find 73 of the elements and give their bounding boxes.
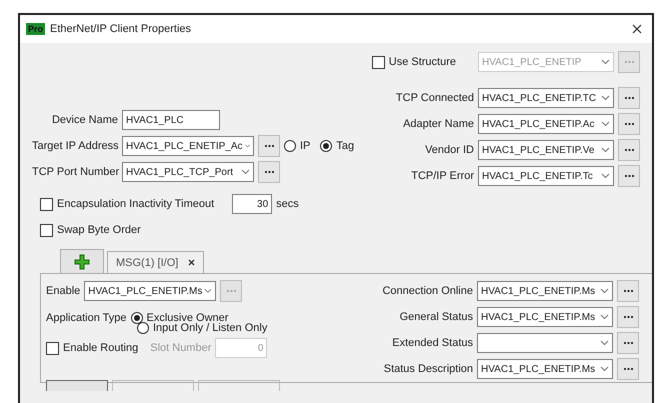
browse-button[interactable] [618, 165, 640, 187]
text-field[interactable]: HVAC1_PLC [122, 110, 220, 130]
message-tab[interactable]: MSG(1) [I/O] [107, 251, 204, 273]
dropdown-field[interactable]: HVAC1_PLC_ENETIP.Ms [477, 281, 613, 301]
dropdown-caret-icon [601, 147, 610, 153]
dropdown-field[interactable]: HVAC1_PLC_ENETIP.Tc [478, 166, 614, 186]
field-label: Adapter Name [403, 118, 474, 130]
radio-button[interactable] [137, 322, 149, 334]
dropdown-caret-icon [600, 314, 609, 320]
browse-button[interactable] [618, 87, 640, 109]
radio-button[interactable] [284, 140, 296, 152]
checkbox[interactable] [46, 342, 59, 354]
dropdown-field[interactable]: HVAC1_PLC_ENETIP_Ac [122, 136, 254, 156]
checkbox-label: Swap Byte Order [57, 224, 141, 236]
dropdown-field[interactable]: HVAC1_PLC_ENETIP.TC [478, 88, 614, 108]
checkbox[interactable] [40, 198, 53, 210]
dropdown-caret-icon [601, 173, 610, 179]
dropdown-field[interactable]: HVAC1_PLC_ENETIP.Ms [477, 359, 613, 379]
browse-button[interactable] [617, 358, 639, 380]
checkbox[interactable] [40, 224, 53, 236]
radio-label: Input Only / Listen Only [153, 322, 268, 334]
add-tab-button[interactable] [60, 249, 104, 273]
window-title: EtherNet/IP Client Properties [50, 23, 192, 35]
field-label: Vendor ID [425, 144, 474, 156]
data-tab[interactable] [46, 380, 108, 391]
checkbox-label: Enable Routing [63, 342, 138, 354]
checkbox-label: Encapsulation Inactivity Timeout [57, 198, 214, 210]
dropdown-caret-icon [204, 288, 212, 294]
dropdown-caret-icon [600, 340, 609, 346]
close-icon[interactable] [632, 24, 642, 34]
field-label: Enable [46, 285, 80, 297]
checkbox-label: Use Structure [388, 56, 456, 68]
browse-button[interactable] [258, 135, 280, 157]
field-label: Status Description [384, 363, 473, 375]
radio-label: Tag [336, 140, 354, 152]
browse-button[interactable] [617, 332, 639, 354]
dropdown-caret-icon [600, 288, 609, 294]
dropdown-caret-icon [601, 59, 610, 65]
field-label: TCP/IP Error [411, 170, 474, 182]
app-badge: Pro [26, 23, 46, 35]
field-label: Target IP Address [32, 140, 118, 152]
field-label: Connection Online [382, 285, 473, 297]
dropdown-field[interactable]: HVAC1_PLC_ENETIP.Ac [478, 114, 614, 134]
dropdown-field[interactable] [477, 333, 613, 353]
dropdown-field[interactable]: HVAC1_PLC_ENETIP.Ms [84, 281, 216, 301]
browse-button[interactable] [618, 113, 640, 135]
browse-button[interactable] [617, 280, 639, 302]
dropdown-caret-icon [601, 95, 610, 101]
dropdown-caret-icon [601, 121, 610, 127]
field-label: TCP Connected [396, 92, 474, 104]
field-label: Application Type [46, 312, 127, 324]
browse-button[interactable] [618, 139, 640, 161]
radio-label: IP [300, 140, 310, 152]
field-label: TCP Port Number [32, 166, 118, 178]
field-label: Extended Status [392, 337, 473, 349]
browse-button[interactable] [617, 306, 639, 328]
dropdown-field[interactable]: HVAC1_PLC_ENETIP.Ve [478, 140, 614, 160]
radio-label: Exclusive Owner [146, 312, 228, 324]
field-label: General Status [400, 311, 473, 323]
close-icon[interactable] [188, 259, 196, 266]
radio-button[interactable] [130, 312, 143, 324]
field-label: Slot Number [150, 342, 212, 354]
radio-button[interactable] [320, 140, 332, 152]
field-label: Device Name [50, 114, 118, 126]
number-field[interactable]: 30 [232, 194, 272, 214]
browse-button[interactable] [258, 161, 280, 183]
dropdown-field[interactable]: HVAC1_PLC_ENETIP.Ms [477, 307, 613, 327]
dropdown-caret-icon [244, 143, 250, 149]
dropdown-caret-icon [600, 366, 609, 372]
dropdown-caret-icon [241, 169, 250, 175]
unit-label: secs [276, 198, 299, 210]
plus-icon [74, 254, 90, 270]
dropdown-field[interactable]: HVAC1_PLC_TCP_Port [122, 162, 254, 182]
